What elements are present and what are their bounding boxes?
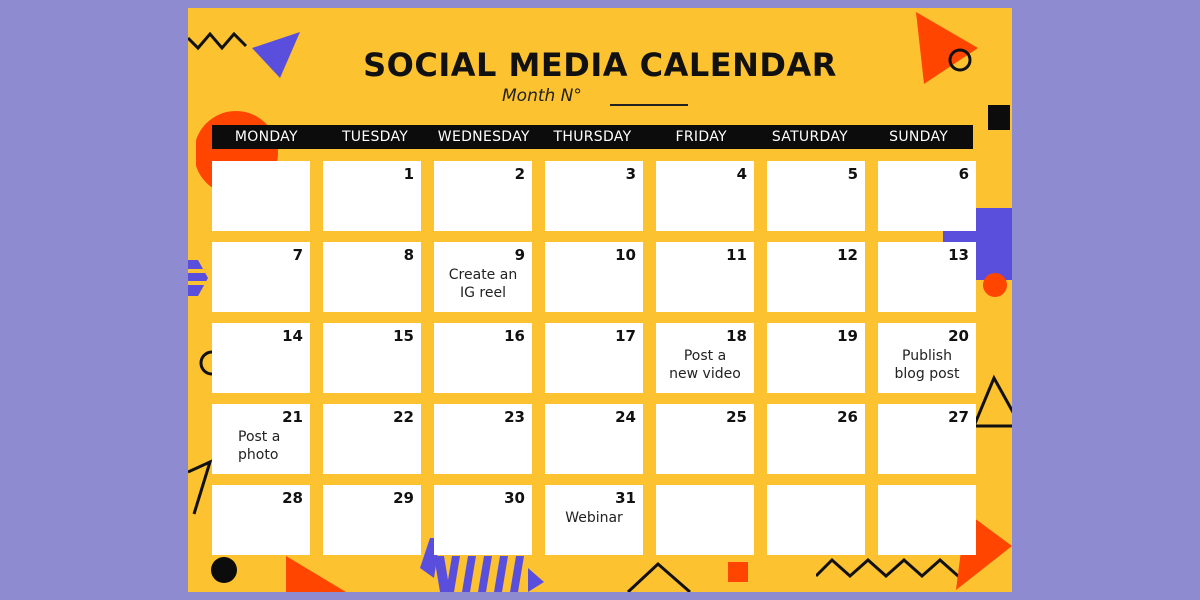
day-number: 28 — [282, 489, 303, 507]
day-number: 13 — [948, 246, 969, 264]
day-cell[interactable]: 24 — [545, 404, 643, 474]
day-cell[interactable]: 9 Create an IG reel — [434, 242, 532, 312]
weekday-monday: MONDAY — [234, 129, 298, 145]
day-cell[interactable]: 26 — [767, 404, 865, 474]
day-cell[interactable]: 3 — [545, 161, 643, 231]
day-number: 24 — [615, 408, 636, 426]
day-cell[interactable]: 18 Post a new video — [656, 323, 754, 393]
month-label: Month N° — [502, 86, 582, 106]
day-cell[interactable] — [656, 485, 754, 555]
black-dot-icon — [211, 557, 237, 583]
weekday-thursday: THURSDAY — [553, 129, 632, 145]
day-cell[interactable]: 11 — [656, 242, 754, 312]
day-number: 5 — [847, 165, 858, 183]
day-cell[interactable]: 27 — [878, 404, 976, 474]
outline-triangle-right-icon — [974, 374, 1012, 428]
day-number: 20 — [948, 327, 969, 345]
page-title: SOCIAL MEDIA CALENDAR — [363, 46, 837, 84]
red-triangle-bottom-icon — [286, 556, 346, 592]
day-cell[interactable]: 23 — [434, 404, 532, 474]
day-cell[interactable]: 25 — [656, 404, 754, 474]
day-cell[interactable]: 15 — [323, 323, 421, 393]
day-number: 27 — [948, 408, 969, 426]
day-cell[interactable]: 29 — [323, 485, 421, 555]
day-cell[interactable]: 6 — [878, 161, 976, 231]
day-cell[interactable]: 21 Post a photo — [212, 404, 310, 474]
day-number: 3 — [625, 165, 636, 183]
day-number: 12 — [837, 246, 858, 264]
day-number: 23 — [504, 408, 525, 426]
day-number: 26 — [837, 408, 858, 426]
day-cell[interactable]: 7 — [212, 242, 310, 312]
day-number: 6 — [958, 165, 969, 183]
weekday-tuesday: TUESDAY — [341, 129, 409, 145]
day-number: 2 — [514, 165, 525, 183]
outline-triangle-bottom-icon — [626, 561, 691, 592]
month-input-line[interactable] — [610, 104, 688, 106]
day-cell[interactable]: 10 — [545, 242, 643, 312]
zigzag-bottom-right-icon — [816, 557, 972, 579]
weekday-header: MONDAY TUESDAY WEDNESDAY THURSDAY FRIDAY… — [212, 125, 973, 149]
day-number: 1 — [403, 165, 414, 183]
day-cell[interactable] — [767, 485, 865, 555]
day-cell[interactable]: 16 — [434, 323, 532, 393]
calendar-grid: 1 2 3 4 5 6 7 8 9 Create an IG reel 10 11… — [212, 161, 976, 555]
day-cell[interactable]: 4 — [656, 161, 754, 231]
day-number: 14 — [282, 327, 303, 345]
day-number: 19 — [837, 327, 858, 345]
day-number: 31 — [615, 489, 636, 507]
day-cell[interactable]: 30 — [434, 485, 532, 555]
day-number: 10 — [615, 246, 636, 264]
day-cell[interactable]: 14 — [212, 323, 310, 393]
weekday-friday: FRIDAY — [675, 129, 727, 145]
day-cell[interactable]: 2 — [434, 161, 532, 231]
weekday-sunday: SUNDAY — [889, 129, 949, 145]
weekday-saturday: SATURDAY — [771, 129, 848, 145]
red-square-bottom-icon — [728, 562, 748, 582]
red-circle-right-icon — [983, 273, 1007, 297]
day-number: 4 — [736, 165, 747, 183]
day-number: 25 — [726, 408, 747, 426]
day-note: Post a photo — [238, 429, 281, 463]
day-number: 21 — [282, 408, 303, 426]
day-number: 18 — [726, 327, 747, 345]
day-cell[interactable]: 1 — [323, 161, 421, 231]
day-number: 9 — [514, 246, 525, 264]
day-number: 16 — [504, 327, 525, 345]
day-number: 17 — [615, 327, 636, 345]
day-cell[interactable]: 31 Webinar — [545, 485, 643, 555]
day-cell[interactable]: 8 — [323, 242, 421, 312]
day-number: 11 — [726, 246, 747, 264]
day-cell[interactable]: 5 — [767, 161, 865, 231]
day-note: Publish blog post — [894, 348, 960, 382]
striped-semicircle-icon — [188, 260, 208, 296]
day-number: 15 — [393, 327, 414, 345]
day-cell[interactable]: 28 — [212, 485, 310, 555]
day-cell[interactable]: 13 — [878, 242, 976, 312]
day-number: 30 — [504, 489, 525, 507]
day-number: 7 — [292, 246, 303, 264]
day-cell[interactable]: 22 — [323, 404, 421, 474]
day-number: 22 — [393, 408, 414, 426]
calendar-sheet: SOCIAL MEDIA CALENDAR Month N° MONDAY TU… — [188, 8, 1012, 592]
day-cell[interactable] — [212, 161, 310, 231]
day-number: 8 — [403, 246, 414, 264]
day-note: Create an IG reel — [448, 267, 518, 301]
day-note: Post a new video — [669, 348, 741, 382]
day-note: Webinar — [565, 510, 623, 526]
day-cell[interactable]: 20 Publish blog post — [878, 323, 976, 393]
day-cell[interactable]: 17 — [545, 323, 643, 393]
black-square-icon — [988, 105, 1010, 130]
day-cell[interactable]: 12 — [767, 242, 865, 312]
day-number: 29 — [393, 489, 414, 507]
day-cell[interactable]: 19 — [767, 323, 865, 393]
day-cell[interactable] — [878, 485, 976, 555]
weekday-wednesday: WEDNESDAY — [437, 129, 530, 145]
